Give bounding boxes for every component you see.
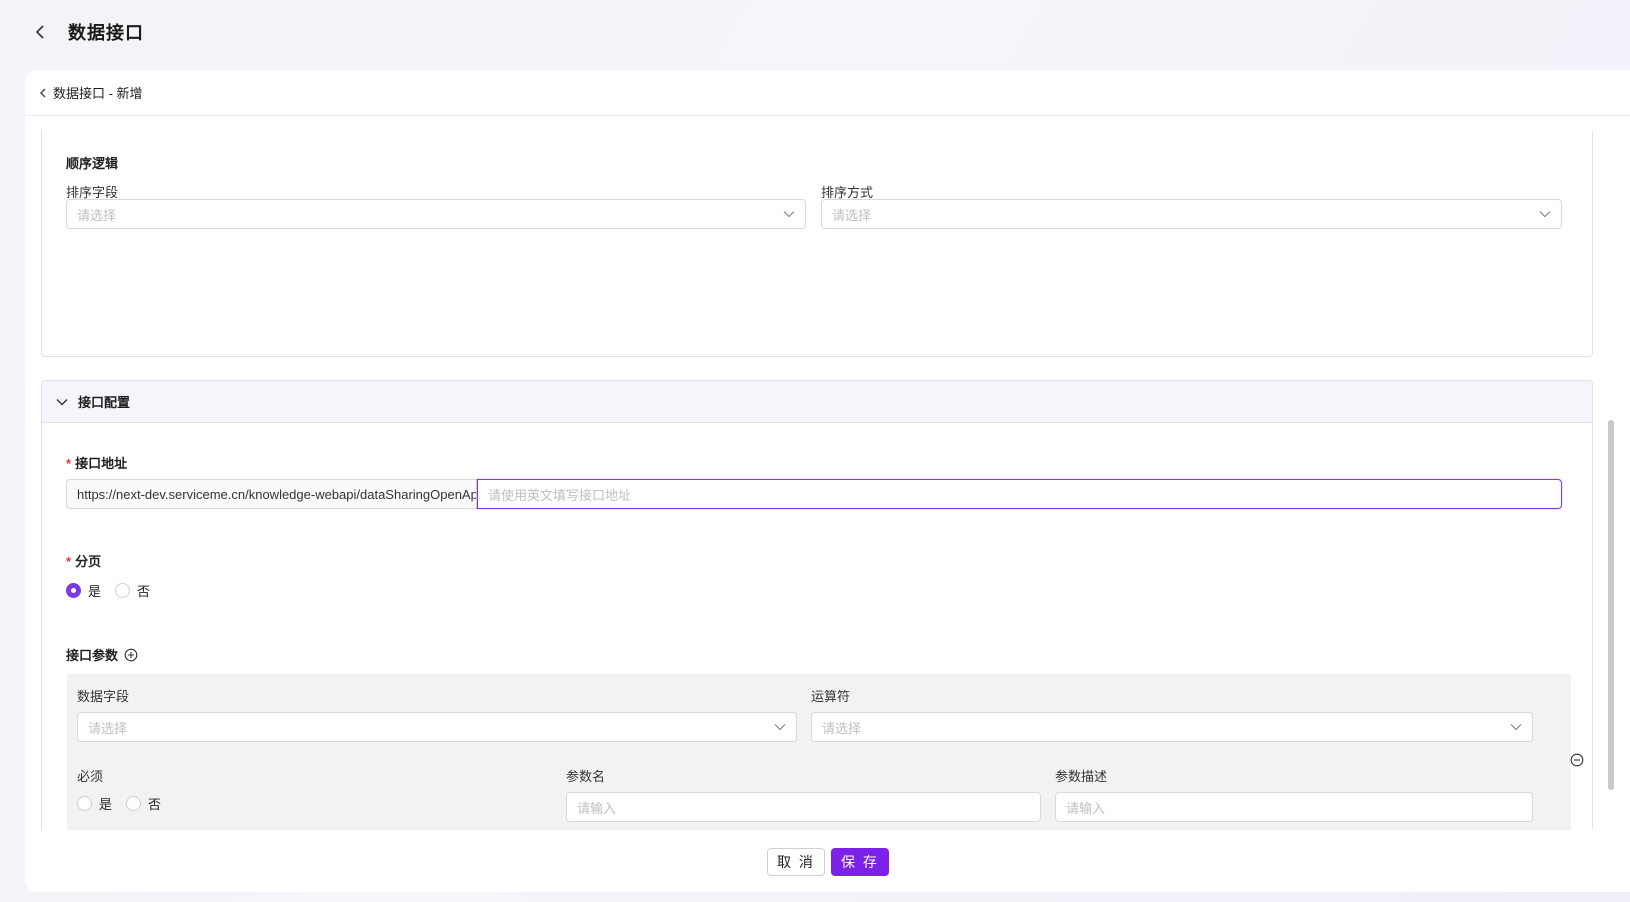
operator-select[interactable]: 请选择	[811, 712, 1533, 742]
required-yes-label: 是	[99, 797, 113, 812]
radio-unchecked-icon	[115, 583, 131, 598]
params-label: 接口参数	[66, 645, 138, 664]
sort-field-placeholder: 请选择	[77, 207, 117, 223]
interface-config-card: 接口配置 * 接口地址 https://next-dev.serviceme.cn…	[41, 380, 1593, 835]
address-input-placeholder: 请使用英文填写接口地址	[488, 487, 632, 503]
add-circle-icon[interactable]	[124, 648, 138, 662]
required-radio-group: 是 否	[77, 794, 161, 813]
data-field-select[interactable]: 请选择	[77, 712, 797, 742]
required-mark: *	[66, 554, 72, 569]
sort-logic-card: 顺序逻辑 排序字段 请选择 排序方式 请选择	[41, 130, 1593, 357]
save-button[interactable]: 保 存	[831, 848, 889, 876]
radio-checked-icon	[66, 583, 81, 598]
sort-field-select[interactable]: 请选择	[66, 199, 806, 229]
param-name-placeholder: 请输入	[577, 800, 617, 816]
address-label-text: 接口地址	[75, 456, 128, 471]
paging-label-text: 分页	[75, 554, 102, 569]
paging-label: * 分页	[66, 551, 101, 570]
paging-yes-radio[interactable]: 是	[66, 581, 101, 600]
params-label-text: 接口参数	[66, 648, 119, 663]
sort-order-placeholder: 请选择	[832, 207, 872, 223]
chevron-down-icon	[783, 211, 795, 218]
footer-actions: 取 消 保 存	[25, 830, 1630, 892]
top-bar: 数据接口	[0, 0, 1630, 66]
breadcrumb-label: 数据接口 - 新增	[53, 86, 143, 101]
interface-config-header[interactable]: 接口配置	[42, 381, 1592, 423]
paging-radio-group: 是 否	[66, 581, 150, 600]
required-label: 必须	[77, 769, 104, 784]
operator-placeholder: 请选择	[822, 720, 862, 736]
paging-no-label: 否	[137, 584, 151, 599]
sort-order-select[interactable]: 请选择	[821, 199, 1562, 229]
chevron-down-icon	[1539, 211, 1551, 218]
radio-unchecked-icon	[126, 796, 142, 811]
required-yes-radio[interactable]: 是	[77, 794, 112, 813]
remove-param-button[interactable]	[1570, 753, 1584, 770]
back-button[interactable]	[30, 20, 50, 44]
param-name-label: 参数名	[566, 769, 606, 784]
main-panel: 数据接口 - 新增 顺序逻辑 排序字段 请选择 排序方式 请选择 接口配置 * 接	[25, 70, 1630, 892]
breadcrumb[interactable]: 数据接口 - 新增	[25, 70, 1630, 116]
form-scroll-area: 顺序逻辑 排序字段 请选择 排序方式 请选择 接口配置 * 接口地址 https:…	[25, 130, 1630, 835]
chevron-down-icon	[56, 398, 68, 405]
chevron-left-icon	[40, 88, 46, 97]
required-no-radio[interactable]: 否	[126, 794, 161, 813]
page-title: 数据接口	[68, 23, 144, 43]
minus-circle-icon	[1570, 753, 1584, 767]
cancel-button[interactable]: 取 消	[767, 848, 825, 876]
address-prefix: https://next-dev.serviceme.cn/knowledge-…	[66, 479, 477, 509]
address-label: * 接口地址	[66, 453, 127, 472]
chevron-left-icon	[35, 25, 44, 39]
interface-config-title: 接口配置	[78, 395, 131, 410]
address-input[interactable]: 请使用英文填写接口地址	[477, 479, 1562, 509]
operator-label: 运算符	[811, 689, 851, 704]
required-mark: *	[66, 456, 72, 471]
data-field-label: 数据字段	[77, 689, 130, 704]
param-desc-input[interactable]: 请输入	[1055, 792, 1533, 822]
paging-no-radio[interactable]: 否	[115, 581, 150, 600]
radio-unchecked-icon	[77, 796, 92, 811]
data-field-placeholder: 请选择	[88, 720, 128, 736]
paging-yes-label: 是	[88, 584, 102, 599]
param-desc-placeholder: 请输入	[1066, 800, 1106, 816]
param-row: 数据字段 请选择 运算符 请选择 必须 是 否 参数名 请输入 参数描述 请输入	[67, 674, 1571, 835]
param-name-input[interactable]: 请输入	[566, 792, 1041, 822]
chevron-down-icon	[774, 724, 786, 731]
chevron-down-icon	[1510, 724, 1522, 731]
param-desc-label: 参数描述	[1055, 769, 1108, 784]
sort-logic-title: 顺序逻辑	[66, 156, 119, 171]
required-no-label: 否	[148, 797, 162, 812]
vertical-scrollbar[interactable]	[1608, 420, 1614, 790]
